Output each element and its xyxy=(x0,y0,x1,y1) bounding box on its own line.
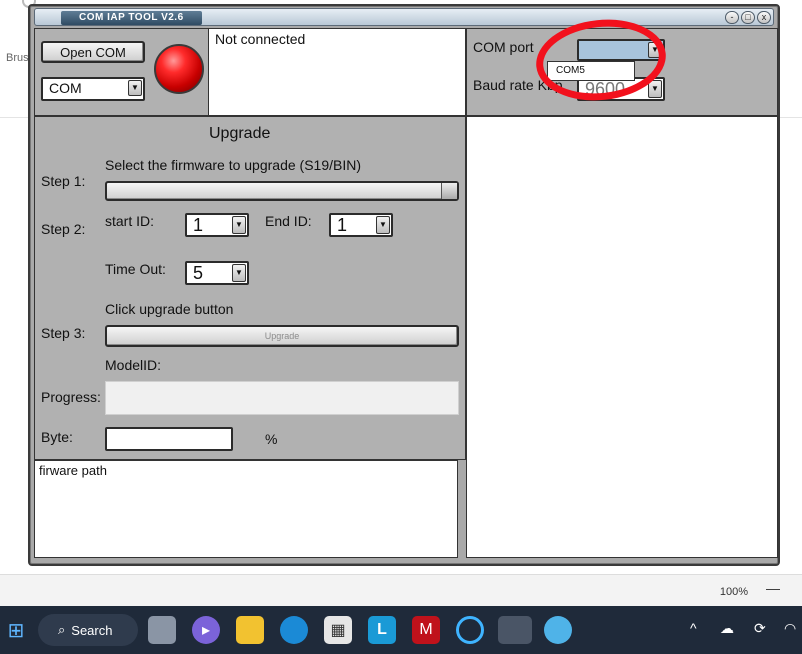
edge-icon[interactable] xyxy=(280,616,308,644)
com-port-label: COM port xyxy=(473,39,534,55)
timeout-select[interactable]: 5 ▼ xyxy=(185,261,249,285)
zoom-out-button[interactable]: — xyxy=(766,580,780,596)
iap-tool-icon[interactable] xyxy=(498,616,532,644)
background-status-bar xyxy=(0,574,802,606)
windows-start-icon[interactable]: ⊞ xyxy=(2,616,30,644)
firmware-select-bar[interactable] xyxy=(105,181,459,201)
mcafee-icon[interactable]: M xyxy=(412,616,440,644)
background-label: Brus xyxy=(6,52,29,64)
taskbar-search[interactable]: ⌕ Search xyxy=(38,614,138,646)
maximize-button[interactable]: □ xyxy=(741,11,755,24)
close-button[interactable]: x xyxy=(757,11,771,24)
title-bar[interactable]: COM IAP TOOL V2.6 - □ x xyxy=(34,8,774,26)
timeout-label: Time Out: xyxy=(105,261,166,277)
step2-label: Step 2: xyxy=(41,221,86,237)
model-id-label: ModelID: xyxy=(105,357,162,373)
end-id-label: End ID: xyxy=(265,213,312,229)
minimize-button[interactable]: - xyxy=(725,11,739,24)
sync-icon[interactable]: ⟳ xyxy=(754,620,766,637)
percent-sign: % xyxy=(265,431,278,447)
chevron-down-icon[interactable]: ▼ xyxy=(376,216,390,234)
chevron-down-icon[interactable]: ▼ xyxy=(232,264,246,282)
start-id-label: start ID: xyxy=(105,213,155,229)
status-text: Not connected xyxy=(215,31,306,47)
chevron-down-icon[interactable]: ▼ xyxy=(128,80,142,96)
step3-instruction: Click upgrade button xyxy=(105,301,234,317)
file-explorer-icon[interactable] xyxy=(236,616,264,644)
firmware-path-text: firware path xyxy=(39,463,107,478)
store-icon[interactable]: ▦ xyxy=(324,616,352,644)
start-id-select[interactable]: 1 ▼ xyxy=(185,213,249,237)
search-label: Search xyxy=(71,622,113,638)
search-icon: ⌕ xyxy=(58,622,66,637)
upgrade-title: Upgrade xyxy=(209,125,271,142)
cloud-icon[interactable]: ☁ xyxy=(720,620,734,637)
taskbar: ⊞ ⌕ Search ▸ ▦ L M ^ ☁ ⟳ ◠ xyxy=(0,606,802,654)
paint-icon[interactable] xyxy=(544,616,572,644)
meet-icon[interactable]: ▸ xyxy=(192,616,220,644)
step1-label: Step 1: xyxy=(41,173,86,189)
upgrade-panel: Upgrade Select the firmware to upgrade (… xyxy=(34,116,466,460)
window-title: COM IAP TOOL V2.6 xyxy=(61,11,202,25)
chevron-up-icon[interactable]: ^ xyxy=(690,620,697,636)
wifi-icon[interactable]: ◠ xyxy=(784,620,796,637)
com-iap-tool-window: COM IAP TOOL V2.6 - □ x Open COM COM ▼ N… xyxy=(28,4,780,566)
com-select[interactable]: COM ▼ xyxy=(41,77,145,101)
open-com-button[interactable]: Open COM xyxy=(41,41,145,63)
connection-status-led xyxy=(154,44,204,94)
com-select-value: COM xyxy=(49,80,82,96)
l-app-icon[interactable]: L xyxy=(368,616,396,644)
task-view-icon[interactable] xyxy=(148,616,176,644)
step1-instruction: Select the firmware to upgrade (S19/BIN) xyxy=(105,157,362,173)
progress-label: Progress: xyxy=(41,389,101,405)
end-id-select[interactable]: 1 ▼ xyxy=(329,213,393,237)
end-id-value: 1 xyxy=(337,215,348,235)
byte-label: Byte: xyxy=(41,429,73,445)
zoom-level: 100% xyxy=(719,586,748,598)
firmware-path-box: firware path xyxy=(34,460,458,558)
step3-label: Step 3: xyxy=(41,325,86,341)
start-id-value: 1 xyxy=(193,215,204,235)
cortana-icon[interactable] xyxy=(456,616,484,644)
output-area xyxy=(466,116,778,558)
progress-bar xyxy=(105,381,459,415)
chevron-down-icon[interactable]: ▼ xyxy=(232,216,246,234)
timeout-value: 5 xyxy=(193,263,204,283)
byte-field[interactable] xyxy=(105,427,233,451)
upgrade-button[interactable]: Upgrade xyxy=(105,325,459,347)
status-box: Not connected xyxy=(208,28,466,116)
browse-handle-icon[interactable] xyxy=(441,183,457,199)
